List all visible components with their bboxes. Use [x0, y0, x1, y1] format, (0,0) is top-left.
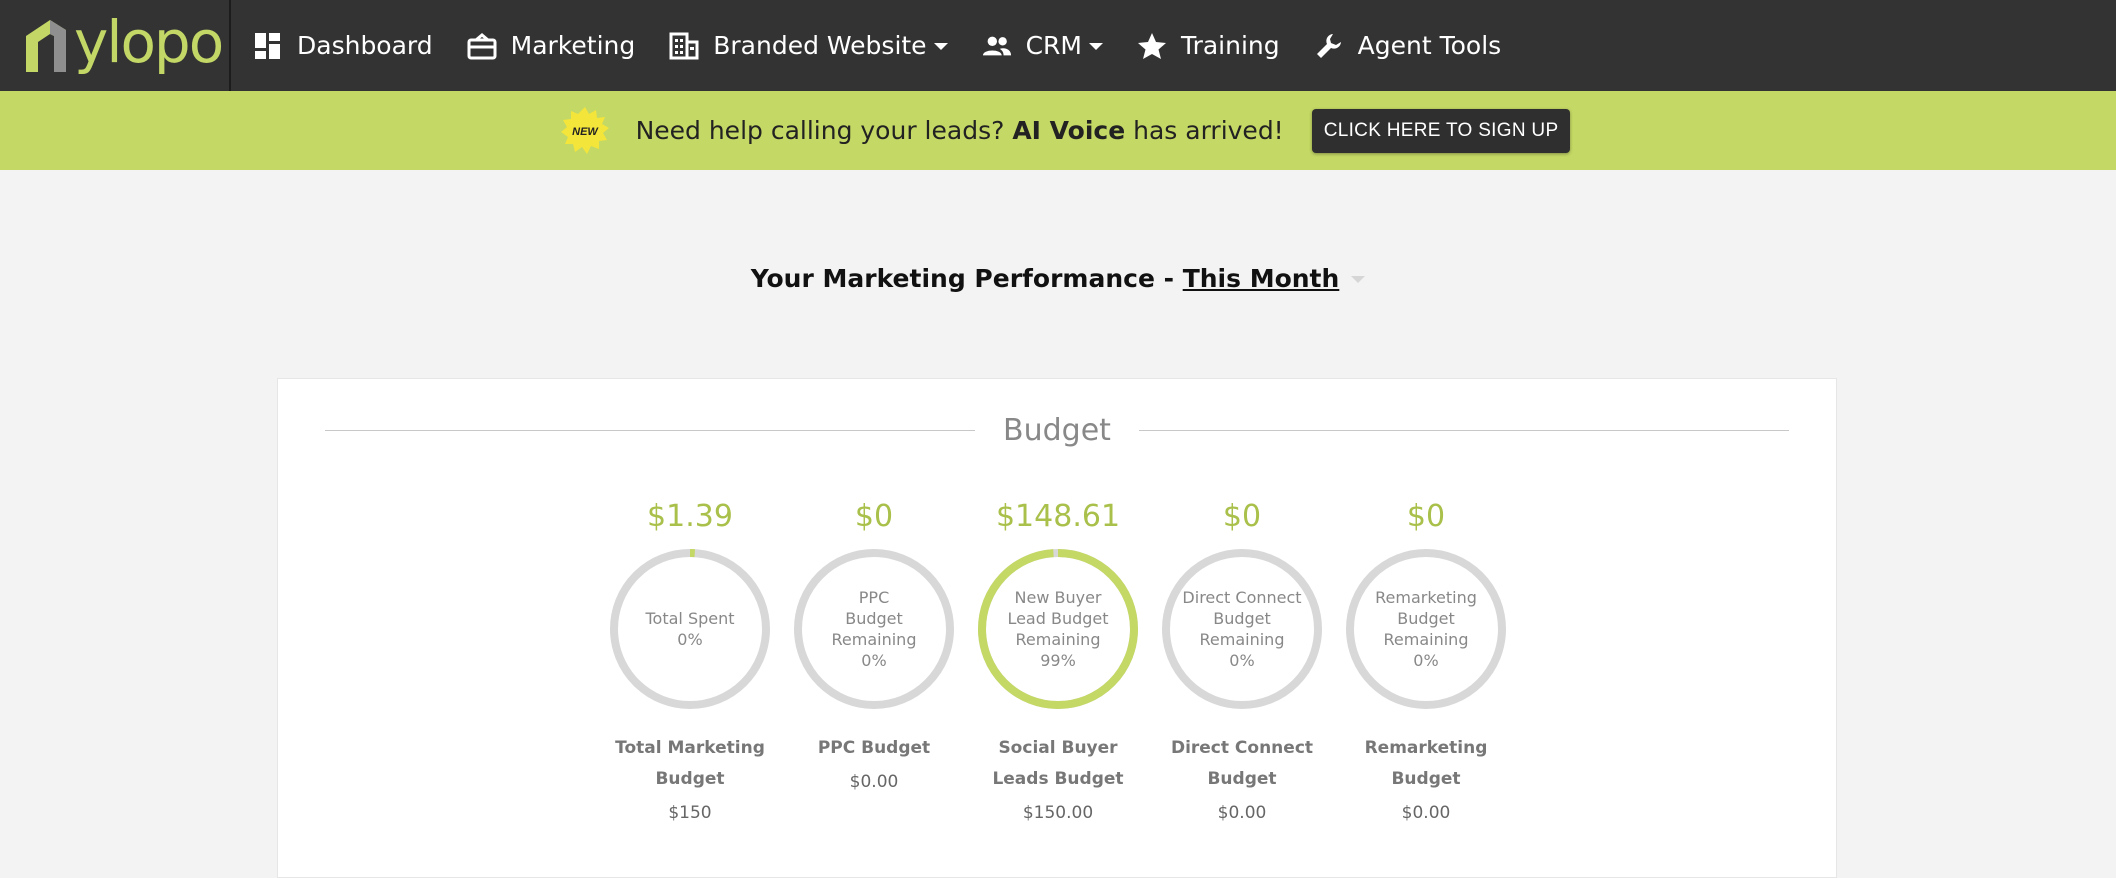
metric-name: Direct Connect Budget: [1150, 733, 1334, 795]
metric-name-line: Budget: [1391, 769, 1461, 789]
building-icon: [669, 31, 699, 61]
metric-value: $0.00: [1401, 803, 1451, 823]
ring-label-line: Total Spent: [645, 609, 735, 628]
metric-name-line: Direct Connect: [1170, 738, 1314, 758]
nav-branded-website[interactable]: Branded Website: [652, 0, 964, 91]
banner-text-bold: AI Voice: [1012, 116, 1126, 145]
ring-label-line: Remarketing: [1375, 588, 1477, 607]
nav-branded-website-label: Branded Website: [713, 31, 927, 60]
progress-ring[interactable]: PPC Budget Remaining 0%: [794, 549, 954, 709]
nav-agent-tools-label: Agent Tools: [1357, 31, 1502, 60]
house-logo-icon: [26, 19, 66, 72]
top-navigation: ylopo Dashboard Marketing Branded Websit…: [0, 0, 2116, 91]
banner-message: Need help calling your leads? AI Voice h…: [636, 116, 1284, 145]
ring-label-line: Lead Budget: [1007, 609, 1109, 628]
ring-label-line: Budget: [845, 609, 903, 628]
progress-ring[interactable]: Remarketing Budget Remaining 0%: [1346, 549, 1506, 709]
ring-label-line: Budget: [1397, 609, 1455, 628]
dashboard-icon: [253, 31, 283, 61]
metric-remarketing: $0 Remarketing Budget Remaining 0% Remar…: [1334, 497, 1518, 823]
metric-name-line: Total Marketing: [615, 738, 765, 758]
ring-label-line: Remaining: [1199, 630, 1285, 649]
marketing-icon: [467, 31, 497, 61]
budget-section-header: Budget: [325, 405, 1789, 455]
metric-name: Social Buyer Leads Budget: [966, 733, 1150, 795]
divider: [1138, 429, 1789, 431]
banner-text-before: Need help calling your leads?: [635, 116, 1013, 145]
ring-label-line: Remaining: [1015, 630, 1101, 649]
ring-label-line: Remaining: [831, 630, 917, 649]
logo-wordmark: ylopo: [74, 7, 224, 76]
new-badge-label: NEW: [572, 126, 599, 138]
budget-section-title: Budget: [1003, 412, 1111, 448]
metric-amount: $1.39: [647, 499, 733, 534]
progress-ring[interactable]: New Buyer Lead Budget Remaining 99%: [978, 549, 1138, 709]
metric-direct-connect: $0 Direct Connect Budget Remaining 0% Di…: [1150, 497, 1334, 823]
nav-marketing-label: Marketing: [510, 31, 636, 60]
chevron-down-icon[interactable]: [1351, 276, 1366, 284]
metric-name-line: Social Buyer: [998, 738, 1118, 758]
nav-agent-tools[interactable]: Agent Tools: [1297, 0, 1519, 91]
metric-ppc: $0 PPC Budget Remaining 0% PPC Budget $0…: [782, 497, 966, 792]
budget-card: Budget $1.39 Total Spent 0% Total Market…: [277, 378, 1837, 878]
performance-title-prefix: Your Marketing Performance -: [750, 264, 1183, 293]
metric-value: $0.00: [849, 772, 899, 792]
ring-label-line: Direct Connect: [1182, 588, 1302, 607]
nav-dashboard-label: Dashboard: [297, 31, 433, 60]
ring-label: Remarketing Budget Remaining 0%: [1366, 569, 1486, 689]
divider: [325, 429, 976, 431]
banner-text-after: has arrived!: [1125, 116, 1284, 145]
nav-marketing[interactable]: Marketing: [450, 0, 653, 91]
nav-crm[interactable]: CRM: [965, 0, 1120, 91]
ring-label-line: New Buyer: [1014, 588, 1102, 607]
metric-amount: $0: [1222, 499, 1262, 534]
metric-total-marketing: $1.39 Total Spent 0% Total Marketing Bud…: [598, 497, 782, 823]
metric-name-line: Budget: [655, 769, 725, 789]
ring-label-line: PPC: [858, 588, 890, 607]
ring-label-line: Remaining: [1383, 630, 1469, 649]
nav-menu: Dashboard Marketing Branded Website CRM …: [231, 0, 1518, 91]
metric-name-line: Budget: [1207, 769, 1277, 789]
nav-training[interactable]: Training: [1120, 0, 1297, 91]
metric-social-buyer-leads: $148.61 New Buyer Lead Budget Remaining …: [966, 497, 1150, 823]
progress-ring[interactable]: Total Spent 0%: [610, 549, 770, 709]
metric-amount: $0: [1406, 499, 1446, 534]
chevron-down-icon: [1088, 42, 1103, 50]
ring-label-line: 0%: [861, 651, 887, 670]
nav-dashboard[interactable]: Dashboard: [231, 0, 450, 91]
chevron-down-icon: [933, 42, 948, 50]
nav-crm-label: CRM: [1025, 31, 1082, 60]
metric-value: $150: [668, 803, 712, 823]
metric-amount: $0: [854, 499, 894, 534]
metric-name-line: Leads Budget: [992, 769, 1124, 789]
metric-name-line: Remarketing: [1364, 738, 1488, 758]
performance-title: Your Marketing Performance - This Month: [0, 264, 2116, 293]
metric-value: $150.00: [1022, 803, 1094, 823]
ring-label-line: Budget: [1213, 609, 1271, 628]
ring-label-line: 0%: [1229, 651, 1255, 670]
metric-value: $0.00: [1217, 803, 1267, 823]
ylopo-logo[interactable]: ylopo: [0, 0, 231, 91]
ring-label-line: 0%: [1413, 651, 1439, 670]
ring-label: Total Spent 0%: [630, 569, 750, 689]
star-icon: [1137, 31, 1167, 61]
new-badge-icon: NEW: [560, 106, 609, 154]
people-icon: [982, 31, 1012, 61]
ring-label-line: 0%: [677, 630, 703, 649]
metric-amount: $148.61: [995, 499, 1121, 534]
metric-name-line: PPC Budget: [817, 738, 931, 758]
metric-name: Total Marketing Budget: [598, 733, 782, 795]
wrench-icon: [1314, 31, 1344, 61]
ring-label-line: 99%: [1040, 651, 1076, 670]
ring-label: New Buyer Lead Budget Remaining 99%: [998, 569, 1118, 689]
metric-name: PPC Budget: [782, 733, 966, 764]
metric-name: Remarketing Budget: [1334, 733, 1518, 795]
nav-training-label: Training: [1180, 31, 1280, 60]
sign-up-button[interactable]: CLICK HERE TO SIGN UP: [1311, 108, 1571, 153]
announcement-banner: NEW Need help calling your leads? AI Voi…: [0, 91, 2116, 170]
ring-label: PPC Budget Remaining 0%: [814, 569, 934, 689]
period-selector[interactable]: This Month: [1183, 264, 1340, 293]
ring-label: Direct Connect Budget Remaining 0%: [1182, 569, 1302, 689]
progress-ring[interactable]: Direct Connect Budget Remaining 0%: [1162, 549, 1322, 709]
